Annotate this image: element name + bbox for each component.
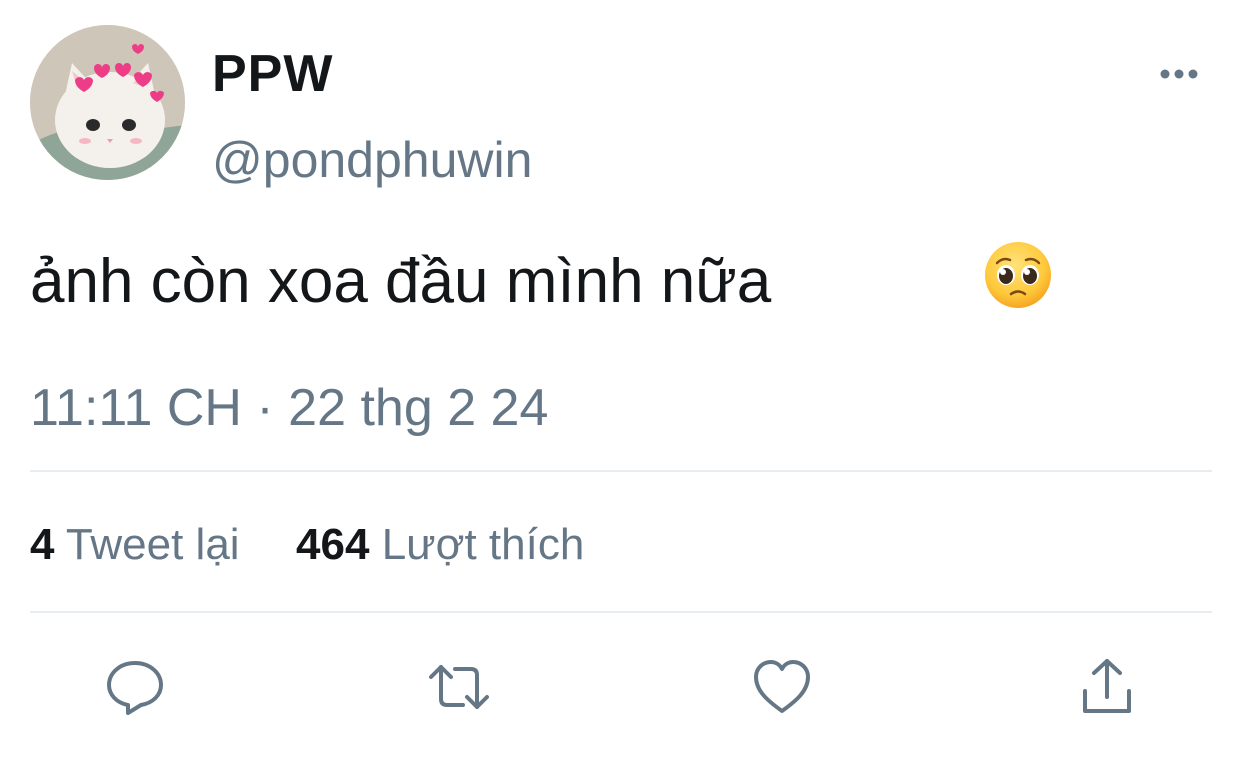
more-dots-icon	[1160, 69, 1198, 79]
avatar[interactable]	[30, 25, 185, 180]
like-label: Lượt thích	[381, 520, 585, 569]
engagement-stats: 4 Tweet lại 464 Lượt thích	[30, 518, 584, 572]
display-name[interactable]: PPW	[212, 44, 333, 104]
pleading-face-icon	[985, 242, 1051, 308]
share-icon	[1083, 659, 1131, 713]
divider	[30, 611, 1212, 613]
tweet-detail: PPW @pondphuwin ảnh còn xoa đầu mình nữa…	[0, 0, 1242, 777]
user-handle[interactable]: @pondphuwin	[212, 130, 532, 190]
like-count: 464	[296, 520, 370, 569]
tweet-text: ảnh còn xoa đầu mình nữa	[30, 247, 772, 316]
reply-icon	[107, 661, 163, 715]
reply-button[interactable]	[103, 655, 167, 719]
divider	[30, 470, 1212, 472]
retweet-label: Tweet lại	[65, 520, 240, 569]
like-stat[interactable]: 464 Lượt thích	[296, 520, 584, 569]
share-button[interactable]	[1075, 655, 1139, 719]
heart-icon	[754, 660, 810, 713]
retweet-button[interactable]	[427, 655, 491, 719]
tweet-timestamp[interactable]: 11:11 CH · 22 thg 2 24	[30, 378, 548, 438]
cat-avatar-image	[30, 25, 185, 180]
retweet-icon	[429, 665, 489, 709]
more-options-button[interactable]	[1156, 60, 1202, 88]
retweet-stat[interactable]: 4 Tweet lại	[30, 520, 252, 569]
like-button[interactable]	[750, 655, 814, 719]
retweet-count: 4	[30, 520, 55, 569]
